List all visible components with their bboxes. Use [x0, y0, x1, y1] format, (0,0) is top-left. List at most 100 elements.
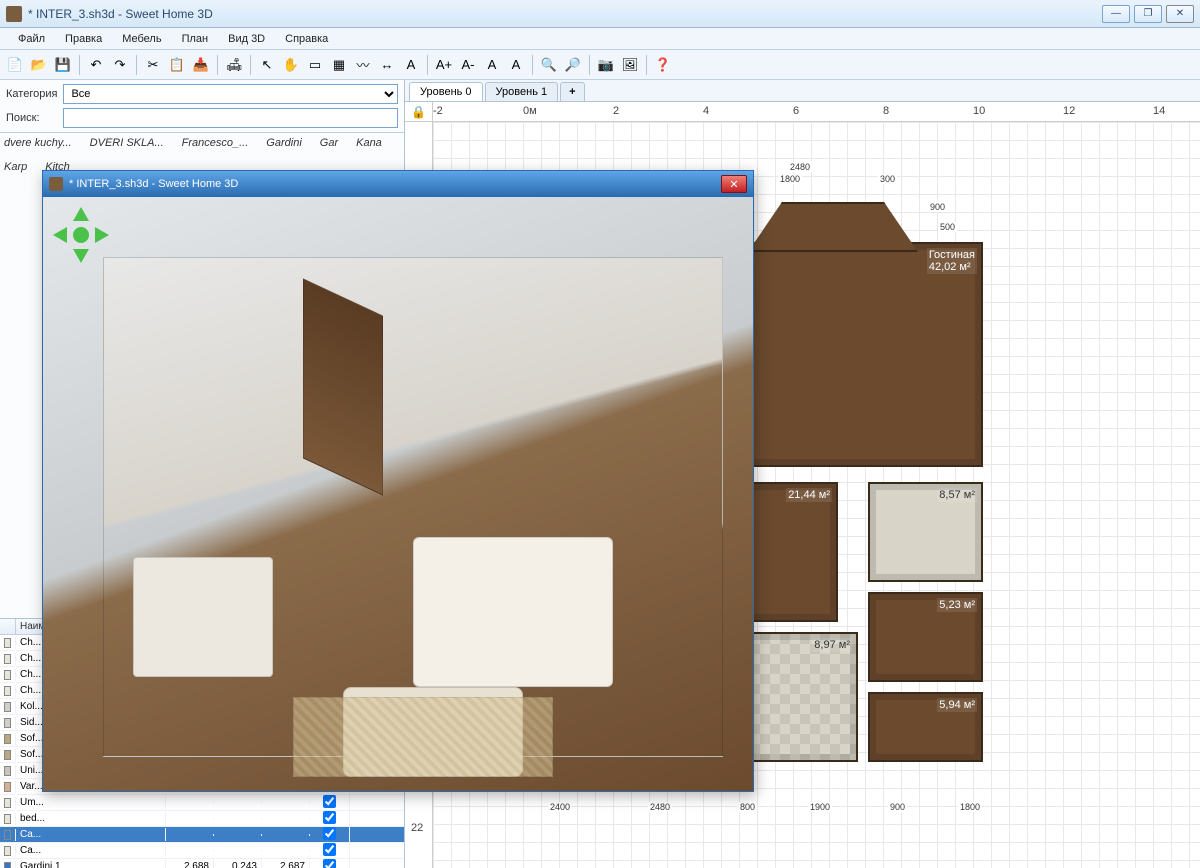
pan-icon[interactable]: ✋	[280, 54, 302, 76]
new-file-icon[interactable]: 📄	[4, 54, 26, 76]
main-toolbar: 📄📂💾↶↷✂📋📥🛋↖✋▭▦〰↔AA+A-AA🔍🔎📷🖼❓	[0, 50, 1200, 80]
search-input[interactable]	[63, 108, 398, 128]
ruler-tick: 6	[793, 105, 799, 117]
menu-help[interactable]: Справка	[275, 30, 338, 48]
nav3d-center-icon[interactable]	[73, 227, 89, 243]
font-color-icon[interactable]: A	[481, 54, 503, 76]
toolbar-separator	[532, 55, 533, 75]
tab-add-level[interactable]: +	[560, 82, 584, 101]
font-plus-icon[interactable]: A+	[433, 54, 455, 76]
dim-b4: 1900	[808, 802, 832, 812]
ruler-horizontal: -20м2468101214	[433, 102, 1200, 122]
color-swatch	[4, 718, 11, 728]
visibility-checkbox[interactable]	[323, 827, 336, 840]
maximize-button[interactable]: ❐	[1134, 5, 1162, 23]
nav3d-left-icon[interactable]	[53, 227, 67, 243]
bed-3d	[133, 557, 273, 677]
catalog-item[interactable]: Gar	[320, 137, 338, 149]
dim-b1: 2400	[548, 802, 572, 812]
close-button[interactable]: ✕	[1166, 5, 1194, 23]
export-icon[interactable]: 🖼	[619, 54, 641, 76]
minimize-button[interactable]: —	[1102, 5, 1130, 23]
ruler-tick: 14	[1153, 105, 1165, 117]
color-swatch	[4, 766, 11, 776]
view3d-app-icon	[49, 177, 63, 191]
color-swatch	[4, 862, 11, 868]
menu-file[interactable]: Файл	[8, 30, 55, 48]
catalog-item[interactable]: Kana	[356, 137, 382, 149]
menu-edit[interactable]: Правка	[55, 30, 112, 48]
wall-icon[interactable]: ▭	[304, 54, 326, 76]
menu-furniture[interactable]: Мебель	[112, 30, 171, 48]
toolbar-separator	[136, 55, 137, 75]
dim-b2: 2480	[648, 802, 672, 812]
zoom-out-icon[interactable]: 🔍	[538, 54, 560, 76]
nav3d-up-icon[interactable]	[73, 207, 89, 221]
nav3d-down-icon[interactable]	[73, 249, 89, 263]
ruler-lock[interactable]: 🔒	[405, 102, 433, 122]
dim-b6: 1800	[958, 802, 982, 812]
dimension-icon[interactable]: ↔	[376, 54, 398, 76]
ruler-tick: -2	[433, 105, 443, 117]
nav3d-right-icon[interactable]	[95, 227, 109, 243]
dim-side-1: 900	[928, 202, 947, 212]
catalog-item[interactable]: dvere kuchy...	[4, 137, 72, 149]
catalog-item[interactable]: Francesco_...	[182, 137, 249, 149]
cut-icon[interactable]: ✂	[142, 54, 164, 76]
menu-plan[interactable]: План	[172, 30, 219, 48]
window-title: * INTER_3.sh3d - Sweet Home 3D	[28, 7, 1102, 21]
main-titlebar: * INTER_3.sh3d - Sweet Home 3D — ❐ ✕	[0, 0, 1200, 28]
lock-icon: 🔒	[411, 105, 426, 119]
tab-level-1[interactable]: Уровень 1	[485, 82, 559, 101]
room-mid-right[interactable]: 8,57 м²	[868, 482, 983, 582]
view3d-close-button[interactable]: ✕	[721, 175, 747, 193]
tab-level-0[interactable]: Уровень 0	[409, 82, 483, 101]
row-name: bed...	[16, 812, 166, 825]
color-swatch	[4, 830, 11, 840]
category-select[interactable]: Все	[63, 84, 398, 104]
catalog-item[interactable]: Gardini	[266, 137, 301, 149]
catalog-item[interactable]: Karp	[4, 161, 27, 173]
view3d-titlebar[interactable]: * INTER_3.sh3d - Sweet Home 3D ✕	[43, 171, 753, 197]
ruler-tick: 22	[411, 822, 423, 834]
visibility-checkbox[interactable]	[323, 811, 336, 824]
view3d-canvas[interactable]	[43, 197, 753, 791]
copy-icon[interactable]: 📋	[166, 54, 188, 76]
font-minus-icon[interactable]: A-	[457, 54, 479, 76]
view3d-window[interactable]: * INTER_3.sh3d - Sweet Home 3D ✕	[42, 170, 754, 792]
color-swatch	[4, 782, 11, 792]
toolbar-separator	[250, 55, 251, 75]
color-swatch	[4, 702, 11, 712]
text-icon[interactable]: A	[400, 54, 422, 76]
room-br-2[interactable]: 5,94 м²	[868, 692, 983, 762]
select-icon[interactable]: ↖	[256, 54, 278, 76]
row-name: Gardini 1	[16, 860, 166, 868]
app-icon	[6, 6, 22, 22]
visibility-checkbox[interactable]	[323, 843, 336, 856]
search-label: Поиск:	[6, 112, 57, 124]
level-tabbar: Уровень 0 Уровень 1 +	[405, 80, 1200, 102]
polyline-icon[interactable]: 〰	[352, 54, 374, 76]
add-furniture-icon[interactable]: 🛋	[223, 54, 245, 76]
menu-bar: Файл Правка Мебель План Вид 3D Справка	[0, 28, 1200, 50]
visibility-checkbox[interactable]	[323, 859, 336, 868]
redo-icon[interactable]: ↷	[109, 54, 131, 76]
font-style-icon[interactable]: A	[505, 54, 527, 76]
catalog-item[interactable]: DVERI SKLA...	[90, 137, 164, 149]
color-swatch	[4, 846, 11, 856]
zoom-in-icon[interactable]: 🔎	[562, 54, 584, 76]
help-icon[interactable]: ❓	[652, 54, 674, 76]
camera-icon[interactable]: 📷	[595, 54, 617, 76]
open-icon[interactable]: 📂	[28, 54, 50, 76]
row-name: Ca...	[16, 828, 166, 841]
paste-icon[interactable]: 📥	[190, 54, 212, 76]
room-br-1[interactable]: 5,23 м²	[868, 592, 983, 682]
menu-view3d[interactable]: Вид 3D	[218, 30, 275, 48]
visibility-checkbox[interactable]	[323, 795, 336, 808]
save-icon[interactable]: 💾	[52, 54, 74, 76]
room-icon[interactable]: ▦	[328, 54, 350, 76]
row-name: Um...	[16, 796, 166, 809]
table-row[interactable]: Gardini 1 2,688 0,243 2,687	[0, 859, 404, 868]
room-bay	[748, 202, 918, 252]
undo-icon[interactable]: ↶	[85, 54, 107, 76]
